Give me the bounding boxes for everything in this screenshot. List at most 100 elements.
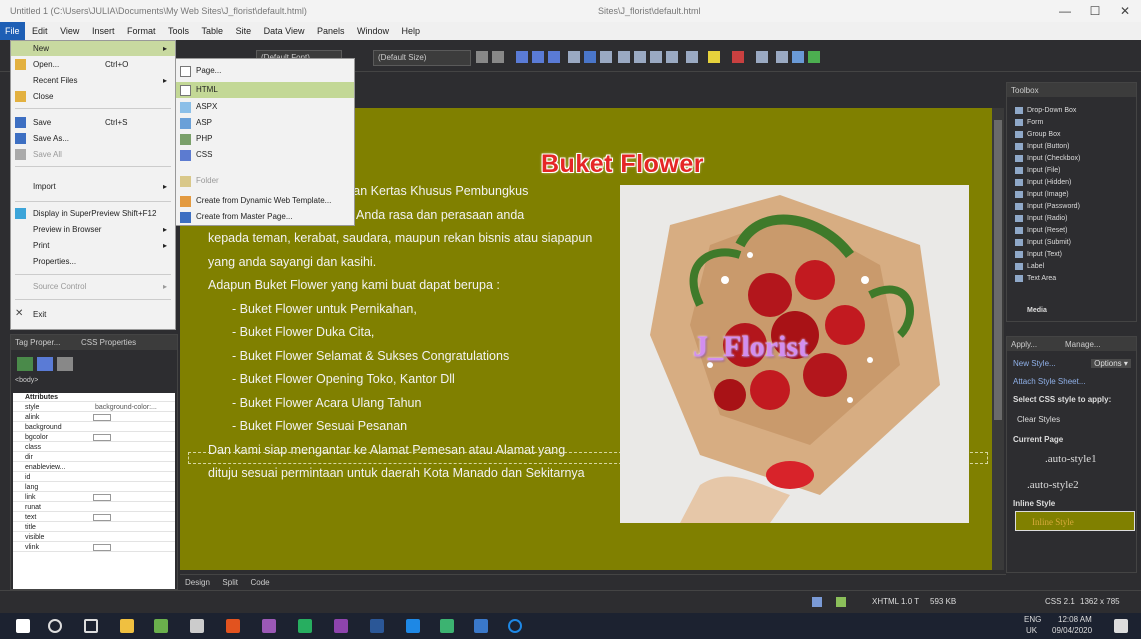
- attr-row[interactable]: dir: [13, 453, 175, 463]
- current-page-header[interactable]: Current Page: [1013, 435, 1135, 444]
- new-asp-item[interactable]: ASP: [176, 115, 354, 131]
- formatting-marks-icon[interactable]: [836, 597, 846, 607]
- show-set-properties-icon[interactable]: [57, 357, 73, 371]
- file-menu-recent[interactable]: Recent Files ▸: [11, 73, 175, 88]
- toolbox-item[interactable]: Input (Hidden): [1015, 177, 1133, 188]
- new-html-item[interactable]: HTML: [176, 82, 354, 98]
- file-menu-save[interactable]: Save Ctrl+S: [11, 115, 175, 130]
- file-menu-exit[interactable]: ✕ Exit: [11, 307, 175, 322]
- clock-date[interactable]: 09/04/2020: [1052, 626, 1092, 635]
- table-icon[interactable]: [776, 51, 788, 63]
- attr-row[interactable]: lang: [13, 483, 175, 493]
- notification-icon[interactable]: [1114, 619, 1128, 633]
- file-menu-properties[interactable]: Properties...: [11, 254, 175, 269]
- attr-row[interactable]: style background-color:...: [13, 403, 175, 413]
- app-icon[interactable]: [440, 619, 454, 633]
- file-menu-import[interactable]: Import ▸: [11, 179, 175, 194]
- toolbox-item[interactable]: Text Area: [1015, 273, 1133, 284]
- word-icon[interactable]: [370, 619, 384, 633]
- bold-icon[interactable]: [516, 51, 528, 63]
- file-menu-close[interactable]: Close: [11, 89, 175, 104]
- attr-row[interactable]: enableview...: [13, 463, 175, 473]
- toolbox-item[interactable]: Group Box: [1015, 129, 1133, 140]
- visual-aids-icon[interactable]: [812, 597, 822, 607]
- new-from-dwt-item[interactable]: Create from Dynamic Web Template...: [176, 193, 354, 209]
- menu-data-view[interactable]: Data View: [259, 22, 310, 40]
- picture-icon[interactable]: [792, 51, 804, 63]
- toolbox-item[interactable]: Input (Password): [1015, 201, 1133, 212]
- language-indicator[interactable]: ENG: [1024, 615, 1041, 624]
- file-explorer-icon[interactable]: [120, 619, 134, 633]
- color-swatch[interactable]: [93, 434, 111, 441]
- file-menu-open[interactable]: Open... Ctrl+O: [11, 57, 175, 72]
- align-right-icon[interactable]: [600, 51, 612, 63]
- toolbox-item[interactable]: Form: [1015, 117, 1133, 128]
- tab-code[interactable]: Code: [246, 575, 275, 591]
- options-button[interactable]: Options ▾: [1091, 359, 1131, 368]
- numbered-list-icon[interactable]: [618, 51, 630, 63]
- maximize-button[interactable]: ☐: [1080, 2, 1110, 20]
- attr-row[interactable]: alink: [13, 413, 175, 423]
- attr-row[interactable]: text: [13, 513, 175, 523]
- layer-icon[interactable]: [808, 51, 820, 63]
- menu-view[interactable]: View: [55, 22, 84, 40]
- chrome-icon[interactable]: [226, 619, 240, 633]
- tab-apply-styles[interactable]: Apply...: [1011, 340, 1037, 349]
- menu-window[interactable]: Window: [352, 22, 394, 40]
- menu-file[interactable]: File: [0, 22, 25, 40]
- toolbox-item[interactable]: Input (Text): [1015, 249, 1133, 260]
- task-view-icon[interactable]: [84, 619, 98, 633]
- color-swatch[interactable]: [93, 494, 111, 501]
- menu-panels[interactable]: Panels: [312, 22, 350, 40]
- redo-icon[interactable]: [492, 51, 504, 63]
- menu-format[interactable]: Format: [122, 22, 161, 40]
- undo-icon[interactable]: [476, 51, 488, 63]
- clock-time[interactable]: 12:08 AM: [1058, 615, 1092, 624]
- toolbox-item[interactable]: Input (Checkbox): [1015, 153, 1133, 164]
- menu-tools[interactable]: Tools: [163, 22, 194, 40]
- attr-row[interactable]: title: [13, 523, 175, 533]
- attr-row[interactable]: vlink: [13, 543, 175, 553]
- attr-row[interactable]: background: [13, 423, 175, 433]
- clear-styles-item[interactable]: Clear Styles: [1017, 415, 1139, 424]
- tab-css-properties[interactable]: CSS Properties: [81, 338, 136, 347]
- attach-style-sheet-link[interactable]: Attach Style Sheet...: [1013, 377, 1135, 386]
- tab-design[interactable]: Design: [180, 575, 215, 591]
- menu-site[interactable]: Site: [231, 22, 257, 40]
- font-color-icon[interactable]: [732, 51, 744, 63]
- media-section[interactable]: Media: [1015, 305, 1133, 316]
- toolbox-item[interactable]: Input (Image): [1015, 189, 1133, 200]
- indent-icon[interactable]: [666, 51, 678, 63]
- size-select[interactable]: (Default Size): [373, 50, 471, 66]
- style-auto-style1[interactable]: .auto-style1: [1045, 453, 1141, 465]
- menu-insert[interactable]: Insert: [87, 22, 120, 40]
- toolbox-item[interactable]: Label: [1015, 261, 1133, 272]
- border-icon[interactable]: [686, 51, 698, 63]
- color-swatch[interactable]: [93, 544, 111, 551]
- calculator-icon[interactable]: [190, 619, 204, 633]
- align-center-icon[interactable]: [584, 51, 596, 63]
- style-auto-style2[interactable]: .auto-style2: [1027, 479, 1141, 491]
- inline-style-item[interactable]: Inline Style: [1015, 511, 1135, 531]
- toolbox-item[interactable]: Input (Radio): [1015, 213, 1133, 224]
- minimize-button[interactable]: —: [1050, 2, 1080, 20]
- outdent-icon[interactable]: [650, 51, 662, 63]
- new-css-item[interactable]: CSS: [176, 147, 354, 163]
- attr-row[interactable]: id: [13, 473, 175, 483]
- bullet-list-icon[interactable]: [634, 51, 646, 63]
- attr-row[interactable]: link: [13, 493, 175, 503]
- scrollbar-thumb[interactable]: [994, 120, 1002, 420]
- file-menu-preview-browser[interactable]: Preview in Browser ▸: [11, 222, 175, 237]
- attr-row[interactable]: visible: [13, 533, 175, 543]
- toolbox-item[interactable]: Input (File): [1015, 165, 1133, 176]
- file-menu-new[interactable]: New ▸: [11, 41, 175, 56]
- app-icon[interactable]: [334, 619, 348, 633]
- attr-row[interactable]: runat: [13, 503, 175, 513]
- toolbox-item[interactable]: Input (Button): [1015, 141, 1133, 152]
- css-version-indicator[interactable]: CSS 2.1: [1045, 597, 1075, 606]
- color-swatch[interactable]: [93, 514, 111, 521]
- close-button[interactable]: ✕: [1110, 2, 1140, 20]
- menu-table[interactable]: Table: [197, 22, 229, 40]
- new-from-master-item[interactable]: Create from Master Page...: [176, 209, 354, 225]
- underline-icon[interactable]: [548, 51, 560, 63]
